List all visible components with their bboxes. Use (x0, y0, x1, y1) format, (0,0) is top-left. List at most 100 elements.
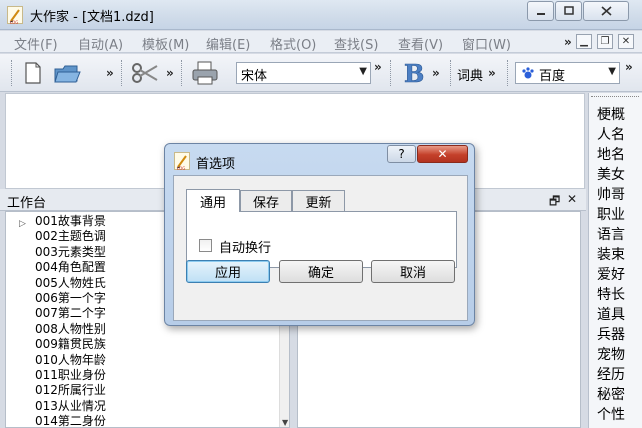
close-button[interactable] (583, 1, 629, 21)
tree-item[interactable]: 008人物性别 (35, 322, 106, 337)
mdi-minimize-button[interactable]: ▁ (576, 34, 592, 49)
tree-item[interactable]: 005人物姓氏 (35, 276, 106, 291)
tree-item[interactable]: 004角色配置 (35, 260, 106, 275)
category-item[interactable]: 个性 (597, 405, 625, 425)
restore-icon: ❐ (600, 36, 610, 47)
dialog-title: 首选项 (196, 157, 236, 172)
minimize-icon (536, 13, 545, 15)
tree-item[interactable]: 003元素类型 (35, 245, 106, 260)
toolbar-overflow-chevron-icon[interactable]: » (374, 60, 382, 74)
tree-expand-icon[interactable]: ▷ (19, 219, 26, 229)
menu-file[interactable]: 文件(F) (14, 34, 58, 53)
category-item[interactable]: 秘密 (597, 385, 625, 405)
svg-text:LOG: LOG (10, 20, 18, 25)
open-folder-button[interactable] (52, 58, 82, 88)
category-item[interactable]: 人名 (597, 125, 625, 145)
toolbar-overflow-chevron-icon[interactable]: » (432, 66, 440, 80)
font-select[interactable]: 宋体 ▼ (236, 62, 371, 84)
svg-text:LOG: LOG (177, 166, 185, 171)
toolbar-grip[interactable] (507, 60, 510, 86)
tree-item[interactable]: 014第二身份 (35, 414, 106, 427)
category-item[interactable]: 特长 (597, 285, 625, 305)
tree-item[interactable]: 002主题色调 (35, 229, 106, 244)
minimize-icon: ▁ (580, 36, 588, 47)
menu-format[interactable]: 格式(O) (270, 34, 316, 53)
panel-grip[interactable] (591, 96, 639, 97)
category-item[interactable]: 语言 (597, 225, 625, 245)
word-wrap-checkbox[interactable] (199, 239, 212, 252)
toolbar-overflow-chevron-icon[interactable]: » (166, 66, 174, 80)
workspace-title: 工作台 (7, 196, 47, 211)
category-item[interactable]: 道具 (597, 305, 625, 325)
tab-general[interactable]: 通用 (186, 189, 240, 212)
toolbar-overflow-chevron-icon[interactable]: » (625, 60, 633, 74)
help-icon: ? (398, 147, 405, 161)
maximize-button[interactable] (555, 1, 582, 21)
category-item[interactable]: 梗概 (597, 105, 625, 125)
category-item[interactable]: 爱好 (597, 265, 625, 285)
minimize-button[interactable] (527, 1, 554, 21)
preferences-dialog: LOG 首选项 ? ✕ 通用 保存 更新 自动换行 应用 确定 取消 (164, 143, 475, 326)
toolbar: » » 宋体 ▼ » B » 词典 » 百度 ▼ » (0, 54, 642, 92)
dictionary-label[interactable]: 词典 (457, 65, 483, 84)
word-wrap-label[interactable]: 自动换行 (219, 237, 271, 256)
tree-item[interactable]: 007第二个字 (35, 306, 106, 321)
category-item[interactable]: 兵器 (597, 325, 625, 345)
app-logo-icon: LOG (174, 152, 190, 171)
search-engine-select[interactable]: 百度 ▼ (515, 62, 620, 84)
category-item[interactable]: 美女 (597, 165, 625, 185)
category-item[interactable]: 帅哥 (597, 185, 625, 205)
float-panel-icon[interactable]: 🗗 (549, 192, 560, 213)
dropdown-arrow-icon: ▼ (608, 66, 616, 77)
tree-item[interactable]: 010人物年龄 (35, 353, 106, 368)
toolbar-overflow-chevron-icon[interactable]: » (106, 66, 114, 80)
font-select-value: 宋体 (241, 69, 268, 84)
menu-auto[interactable]: 自动(A) (78, 34, 123, 53)
menu-overflow-chevron-icon[interactable]: » (564, 35, 572, 49)
close-panel-icon[interactable]: ✕ (567, 192, 577, 206)
menu-template[interactable]: 模板(M) (142, 34, 189, 53)
toolbar-grip[interactable] (121, 60, 124, 86)
category-item[interactable]: 职业 (597, 205, 625, 225)
category-item[interactable]: 地名 (597, 145, 625, 165)
toolbar-grip[interactable] (390, 60, 393, 86)
category-item[interactable]: 经历 (597, 365, 625, 385)
dialog-body: 通用 保存 更新 自动换行 (173, 175, 468, 321)
app-logo-icon: LOG (7, 6, 23, 25)
print-button[interactable] (190, 58, 220, 88)
menu-search[interactable]: 查找(S) (334, 34, 378, 53)
svg-text:B: B (404, 60, 424, 86)
ok-button[interactable]: 确定 (279, 260, 363, 283)
help-button[interactable]: ? (387, 145, 416, 163)
tab-save[interactable]: 保存 (240, 190, 292, 211)
toolbar-grip[interactable] (11, 60, 14, 86)
close-icon: ✕ (621, 36, 631, 47)
category-item[interactable]: 宠物 (597, 345, 625, 365)
tree-item[interactable]: 006第一个字 (35, 291, 106, 306)
mdi-restore-button[interactable]: ❐ (597, 34, 613, 49)
apply-button[interactable]: 应用 (186, 260, 270, 283)
dialog-close-button[interactable]: ✕ (417, 145, 468, 163)
cut-button[interactable] (130, 58, 160, 88)
tree-item[interactable]: 013从业情况 (35, 399, 106, 414)
mdi-close-button[interactable]: ✕ (618, 34, 634, 49)
tree-item[interactable]: 001故事背景 (35, 214, 106, 229)
toolbar-overflow-chevron-icon[interactable]: » (488, 66, 496, 80)
tree-item[interactable]: 009籍贯民族 (35, 337, 106, 352)
scroll-down-arrow-icon[interactable]: ▼ (282, 418, 288, 427)
toolbar-grip[interactable] (450, 60, 453, 86)
new-document-button[interactable] (18, 58, 48, 88)
search-engine-value: 百度 (539, 69, 566, 84)
toolbar-grip[interactable] (181, 60, 184, 86)
close-icon (600, 6, 612, 16)
maximize-icon (563, 6, 574, 15)
category-item[interactable]: 装束 (597, 245, 625, 265)
menu-window[interactable]: 窗口(W) (462, 34, 511, 53)
cancel-button[interactable]: 取消 (371, 260, 455, 283)
tree-item[interactable]: 011职业身份 (35, 368, 106, 383)
tree-item[interactable]: 012所属行业 (35, 383, 106, 398)
menu-view[interactable]: 查看(V) (398, 34, 443, 53)
tab-update[interactable]: 更新 (292, 190, 345, 211)
menu-edit[interactable]: 编辑(E) (206, 34, 250, 53)
bold-button[interactable]: B (398, 58, 428, 88)
